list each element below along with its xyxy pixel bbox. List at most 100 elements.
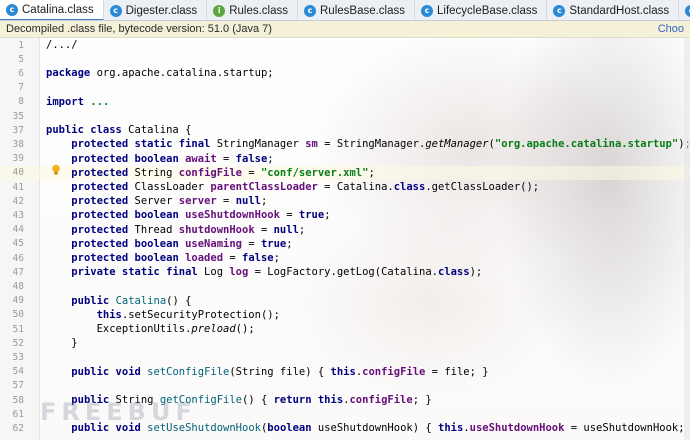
code-text: this.setSecurityProtection();	[46, 309, 280, 321]
code-line[interactable]: 50 this.setSecurityProtection();	[0, 308, 690, 322]
code-token: useShutdownHook) {	[311, 422, 438, 435]
code-token: );	[469, 266, 483, 279]
code-line[interactable]: 54 public void setConfigFile(String file…	[0, 365, 690, 379]
tab-standardengine-class[interactable]: cStandardEngine.class	[679, 0, 690, 20]
code-line[interactable]: 41 protected ClassLoader parentClassLoad…	[0, 180, 690, 194]
line-number: 40	[12, 167, 24, 179]
line-number: 47	[12, 266, 24, 278]
code-line[interactable]: 39 protected boolean await = false;	[0, 152, 690, 166]
code-token: public class	[46, 124, 122, 137]
code-text: protected Server server = null;	[46, 195, 267, 207]
code-token: =	[242, 237, 261, 250]
code-line[interactable]: 40 protected String configFile = "conf/s…	[0, 165, 690, 180]
code-text: private static final Log log = LogFactor…	[46, 266, 482, 278]
tab-label: Catalina.class	[22, 3, 94, 16]
code-token: = file; }	[425, 365, 489, 378]
code-line[interactable]: 49 public Catalina() {	[0, 294, 690, 308]
code-token: org.apache.catalina.startup;	[90, 67, 274, 80]
code-line[interactable]: 52 }	[0, 336, 690, 350]
tab-label: LifecycleBase.class	[437, 4, 538, 17]
code-editor[interactable]: 1 /.../ 5 6 package org.apache.catalina.star…	[0, 38, 690, 440]
code-token: ;	[273, 252, 280, 265]
code-line[interactable]: 38 protected static final StringManager …	[0, 137, 690, 151]
code-line[interactable]: 47 private static final Log log = LogFac…	[0, 265, 690, 279]
tab-rules-class[interactable]: i Rules.class	[207, 0, 298, 20]
code-line[interactable]: 42 protected Server server = null;	[0, 194, 690, 208]
code-line[interactable]: 57	[0, 379, 690, 393]
code-line[interactable]: 6 package org.apache.catalina.startup;	[0, 66, 690, 80]
code-line[interactable]: 1 /.../	[0, 38, 690, 52]
code-token: ExceptionUtils.	[46, 323, 192, 336]
code-line[interactable]: 48	[0, 279, 690, 293]
code-line[interactable]: 5	[0, 52, 690, 66]
class-file-icon: c	[109, 4, 122, 17]
class-file-icon: c	[6, 3, 18, 16]
code-token: protected	[71, 223, 129, 236]
tab-catalina-class[interactable]: c Catalina.class	[0, 0, 104, 20]
code-token: ;	[260, 195, 268, 208]
code-token: ();	[235, 323, 255, 336]
code-token: ;	[324, 209, 331, 222]
line-number: 54	[12, 366, 24, 378]
code-line[interactable]: 7	[0, 81, 690, 95]
code-text: package org.apache.catalina.startup;	[46, 67, 274, 79]
line-number: 44	[12, 224, 24, 236]
code-token: protected	[71, 166, 129, 179]
vertical-scrollbar[interactable]	[684, 38, 690, 440]
tab-rulesbase-class[interactable]: c RulesBase.class	[298, 0, 416, 20]
code-token: =	[254, 223, 274, 236]
code-token: Server	[128, 195, 179, 208]
tab-standardhost-class[interactable]: c StandardHost.class	[547, 0, 680, 20]
tab-label: Rules.class	[229, 4, 288, 17]
code-line[interactable]: 53	[0, 350, 690, 364]
code-line[interactable]: 51 ExceptionUtils.preload();	[0, 322, 690, 336]
code-token: sm	[305, 138, 318, 151]
code-token: =	[216, 152, 236, 165]
code-line[interactable]: 35	[0, 109, 690, 123]
line-number: 1	[18, 39, 24, 51]
code-token: false	[242, 252, 274, 265]
code-token: () {	[242, 394, 274, 407]
code-token: configFile	[349, 394, 413, 407]
line-number: 62	[12, 422, 24, 434]
code-line[interactable]: 44 protected Thread shutdownHook = null;	[0, 223, 690, 237]
code-line[interactable]: 45 protected boolean useNaming = true;	[0, 237, 690, 251]
code-token: String	[128, 166, 179, 179]
code-token: .getClassLoader();	[425, 181, 540, 194]
code-line[interactable]: 37 public class Catalina {	[0, 123, 690, 137]
code-text: /.../	[46, 39, 78, 51]
code-line[interactable]: 46 protected boolean loaded = false;	[0, 251, 690, 265]
code-line[interactable]: 43 protected boolean useShutdownHook = t…	[0, 208, 690, 222]
code-token: = LogFactory.getLog(Catalina.	[248, 266, 438, 279]
code-text: import ...	[46, 96, 109, 108]
code-token: shutdownHook	[178, 223, 255, 236]
code-token: configFile	[178, 166, 242, 179]
decompiled-info-bar: Decompiled .class file, bytecode version…	[0, 21, 690, 38]
line-number: 52	[12, 337, 24, 349]
code-token: this	[438, 422, 464, 435]
line-number: 38	[12, 138, 24, 150]
code-token: useShutdownHook	[469, 422, 565, 435]
code-token: (String file) {	[229, 365, 331, 378]
code-token: class	[437, 266, 470, 279]
code-line[interactable]: 8 import ...	[0, 95, 690, 109]
tab-label: RulesBase.class	[320, 4, 406, 17]
code-token: ClassLoader	[128, 181, 211, 194]
lightbulb-icon[interactable]	[51, 164, 61, 176]
tab-digester-class[interactable]: c Digester.class	[104, 0, 208, 20]
tab-label: StandardHost.class	[569, 4, 670, 17]
tab-lifecyclebase-class[interactable]: c LifecycleBase.class	[415, 0, 548, 20]
code-token: this	[96, 308, 122, 321]
line-number: 48	[12, 280, 24, 292]
code-text: protected boolean await = false;	[46, 152, 273, 165]
line-number: 53	[12, 351, 24, 363]
code-token: useShutdownHook	[185, 209, 280, 222]
code-token: package	[46, 67, 91, 80]
info-message: Decompiled .class file, bytecode version…	[6, 23, 272, 35]
choose-sources-link[interactable]: Choo	[658, 23, 684, 35]
line-number: 50	[12, 309, 24, 321]
